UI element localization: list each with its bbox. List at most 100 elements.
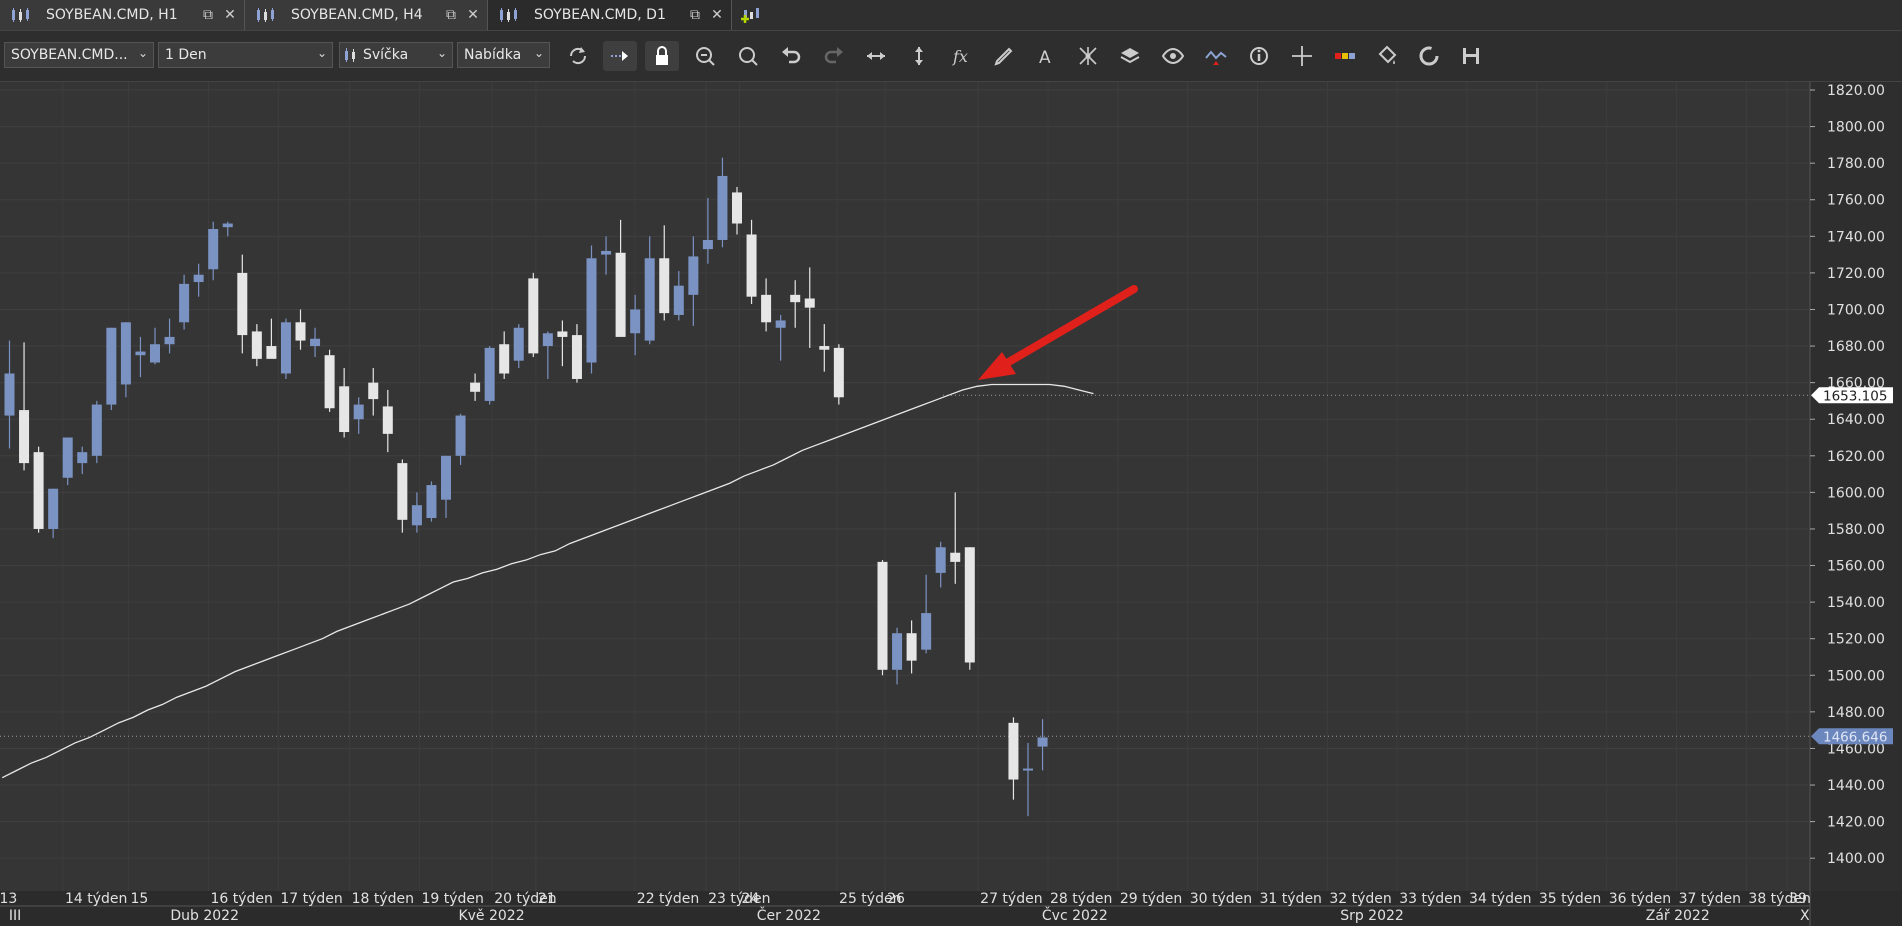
signals-icon xyxy=(1205,50,1227,65)
price-side-select[interactable]: Nabídka ⌄ xyxy=(457,42,550,68)
y-tick-label: 1740.00 xyxy=(1827,229,1885,245)
chevron-down-icon: ⌄ xyxy=(137,46,148,60)
y-tick-label: 1440.00 xyxy=(1827,778,1885,794)
paint-button[interactable] xyxy=(1370,41,1404,71)
candle xyxy=(106,327,117,411)
info-button[interactable] xyxy=(1242,41,1276,71)
pattern-icon xyxy=(1079,47,1097,65)
info-icon xyxy=(1250,47,1268,65)
undo-icon xyxy=(782,47,801,64)
month-label: Zář 2022 xyxy=(1646,908,1710,924)
week-label: 35 týden xyxy=(1539,891,1601,907)
y-tick-label: 1820.00 xyxy=(1827,83,1885,99)
price-side-value: Nabídka xyxy=(464,47,522,63)
week-label: 30 týden xyxy=(1190,891,1252,907)
close-icon[interactable]: ✕ xyxy=(465,7,481,23)
zoom-in-button[interactable] xyxy=(688,41,722,71)
svg-text:1466.646: 1466.646 xyxy=(1823,729,1887,745)
y-tick-label: 1640.00 xyxy=(1827,412,1885,428)
candle-icon xyxy=(345,48,355,62)
save-button[interactable] xyxy=(1454,41,1488,71)
zoom-out-button[interactable] xyxy=(731,41,765,71)
close-icon[interactable]: ✕ xyxy=(222,7,238,23)
y-tick-label: 1600.00 xyxy=(1827,485,1885,501)
lock-button[interactable] xyxy=(645,41,679,71)
week-label: 26 xyxy=(887,891,905,907)
y-tick-label: 1800.00 xyxy=(1827,120,1885,136)
candle xyxy=(426,481,437,522)
candle xyxy=(33,446,44,533)
lock-icon xyxy=(656,46,668,65)
redo-icon xyxy=(824,47,843,64)
timeframe-select[interactable]: 1 Den ⌄ xyxy=(158,42,333,68)
gauge-button[interactable] xyxy=(1328,41,1362,71)
candle xyxy=(91,400,102,464)
redo-button[interactable] xyxy=(817,41,851,71)
y-tick-label: 1760.00 xyxy=(1827,193,1885,209)
signals-button[interactable] xyxy=(1199,41,1233,71)
week-label: 34 týden xyxy=(1469,891,1531,907)
text-button[interactable]: A xyxy=(1029,41,1063,71)
chart-type-select[interactable]: Svíčka ⌄ xyxy=(339,42,453,68)
refresh-button[interactable] xyxy=(561,41,595,71)
week-label: 39 xyxy=(1789,891,1807,907)
crosshair-button[interactable] xyxy=(1285,41,1319,71)
tab-soybean-h4[interactable]: SOYBEAN.CMD, H4 ⧉ ✕ xyxy=(245,0,488,30)
eye-icon xyxy=(1161,47,1185,65)
candle-chart-icon xyxy=(500,8,517,22)
zoom-in-icon xyxy=(696,47,715,66)
week-label: 21 xyxy=(538,891,556,907)
tab-bar: SOYBEAN.CMD, H1 ⧉ ✕ SOYBEAN.CMD, H4 ⧉ ✕ … xyxy=(0,0,1902,31)
y-tick-label: 1520.00 xyxy=(1827,632,1885,648)
horizontal-scale-button[interactable] xyxy=(859,41,893,71)
layers-button[interactable] xyxy=(1113,41,1147,71)
y-tick-label: 1620.00 xyxy=(1827,449,1885,465)
tab-soybean-h1[interactable]: SOYBEAN.CMD, H1 ⧉ ✕ xyxy=(0,0,245,30)
pencil-button[interactable] xyxy=(987,41,1021,71)
week-label: 23 týden xyxy=(708,891,770,907)
tab-soybean-d1[interactable]: SOYBEAN.CMD, D1 ⧉ ✕ xyxy=(488,0,732,30)
shift-button[interactable] xyxy=(603,41,637,71)
undo-button[interactable] xyxy=(774,41,808,71)
tab-label: SOYBEAN.CMD, H4 xyxy=(291,7,423,23)
week-label: 27 týden xyxy=(980,891,1042,907)
y-tick-label: 1420.00 xyxy=(1827,815,1885,831)
symbol-select-value: SOYBEAN.CMD... xyxy=(11,47,128,63)
paint-icon xyxy=(1378,45,1397,64)
reset-button[interactable] xyxy=(1412,41,1446,71)
tab-label: SOYBEAN.CMD, D1 xyxy=(534,7,666,23)
indicators-icon: fx xyxy=(952,47,968,66)
tab-label: SOYBEAN.CMD, H1 xyxy=(46,7,178,23)
y-tick-label: 1680.00 xyxy=(1827,339,1885,355)
candle xyxy=(528,272,539,358)
pencil-icon xyxy=(994,47,1013,66)
add-chart-icon xyxy=(741,8,759,23)
save-icon xyxy=(1463,48,1479,64)
current-price-label: 1466.646 xyxy=(1811,728,1893,745)
text-icon: A xyxy=(1039,48,1051,68)
svg-text:fx: fx xyxy=(952,47,968,66)
detach-icon[interactable]: ⧉ xyxy=(443,7,459,23)
week-label: 17 týden xyxy=(280,891,342,907)
month-label: Dub 2022 xyxy=(170,908,239,924)
layers-icon xyxy=(1120,48,1140,64)
indicators-button[interactable]: fx xyxy=(945,41,979,71)
axis-corner xyxy=(1810,891,1902,926)
refresh-icon xyxy=(569,47,587,65)
week-label: 18 týden xyxy=(352,891,414,907)
add-chart-button[interactable] xyxy=(737,0,765,30)
detach-icon[interactable]: ⧉ xyxy=(687,7,703,23)
candle xyxy=(484,346,495,405)
candle-chart-icon xyxy=(12,8,29,22)
symbol-select[interactable]: SOYBEAN.CMD... ⌄ xyxy=(4,42,154,68)
vertical-scale-button[interactable] xyxy=(902,41,936,71)
close-icon[interactable]: ✕ xyxy=(709,7,725,23)
reset-icon xyxy=(1419,46,1439,66)
eye-button[interactable] xyxy=(1156,41,1190,71)
pattern-button[interactable] xyxy=(1071,41,1105,71)
price-chart[interactable]: 1820.00 1800.00 1780.00 1760.00 1740.00 1720.… xyxy=(0,82,1902,926)
y-tick-label: 1720.00 xyxy=(1827,266,1885,282)
detach-icon[interactable]: ⧉ xyxy=(200,7,216,23)
candle-chart-icon xyxy=(257,8,274,22)
chart-type-value: Svíčka xyxy=(363,47,409,63)
